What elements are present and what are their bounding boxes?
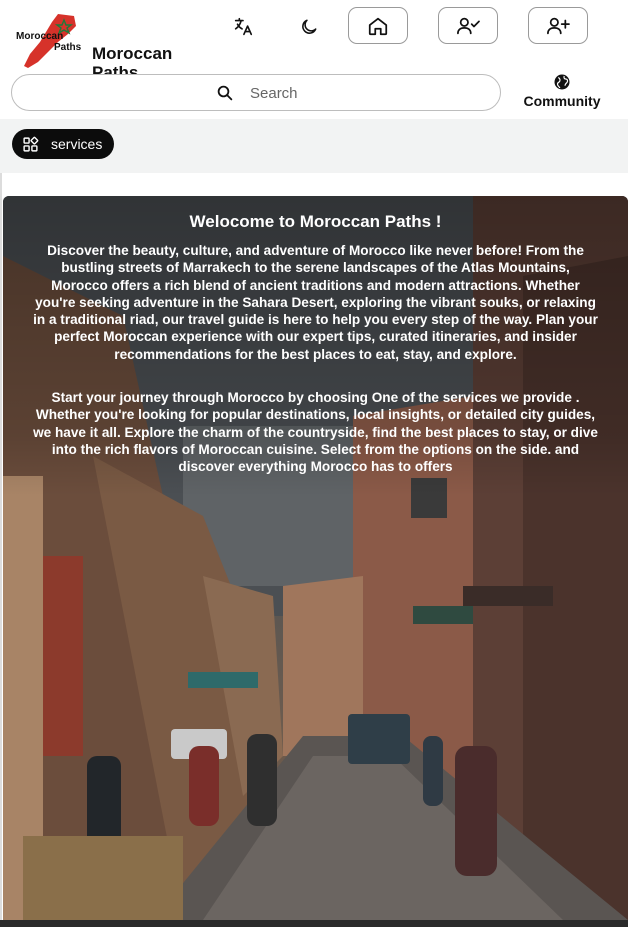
- community-label: Community: [523, 93, 601, 109]
- user-plus-icon: [547, 17, 570, 34]
- services-button[interactable]: services: [12, 129, 115, 159]
- theme-toggle-button[interactable]: [296, 14, 322, 40]
- hero-section: Welocome to Moroccan Paths ! Discover th…: [3, 196, 628, 920]
- hero-paragraph-services: Start your journey through Morocco by ch…: [33, 390, 598, 475]
- logo[interactable]: Moroccan Paths: [14, 12, 82, 70]
- login-button[interactable]: [438, 7, 498, 44]
- top-header: Moroccan Paths Moroccan Paths Search Com…: [0, 0, 628, 120]
- logo-text-line1: Moroccan: [16, 31, 64, 42]
- translate-icon: [234, 17, 253, 36]
- translate-button[interactable]: [230, 14, 256, 40]
- home-icon: [368, 17, 388, 35]
- services-nav-bar: services: [0, 119, 628, 173]
- globe-icon: [554, 74, 570, 90]
- hero-title: Welocome to Moroccan Paths !: [189, 212, 442, 231]
- hero-paragraph-intro: Discover the beauty, culture, and advent…: [33, 243, 598, 362]
- services-label: services: [51, 136, 103, 152]
- user-check-icon: [457, 17, 480, 34]
- search-input[interactable]: [250, 83, 450, 103]
- logo-text-line2: Paths: [54, 42, 82, 53]
- search-icon: [217, 85, 233, 101]
- search-bar[interactable]: [11, 74, 501, 111]
- moon-icon: [302, 19, 317, 34]
- community-link[interactable]: Community: [516, 73, 608, 113]
- grid-icon: [23, 136, 39, 152]
- register-button[interactable]: [528, 7, 588, 44]
- bottom-edge: [0, 920, 628, 927]
- home-button[interactable]: [348, 7, 408, 44]
